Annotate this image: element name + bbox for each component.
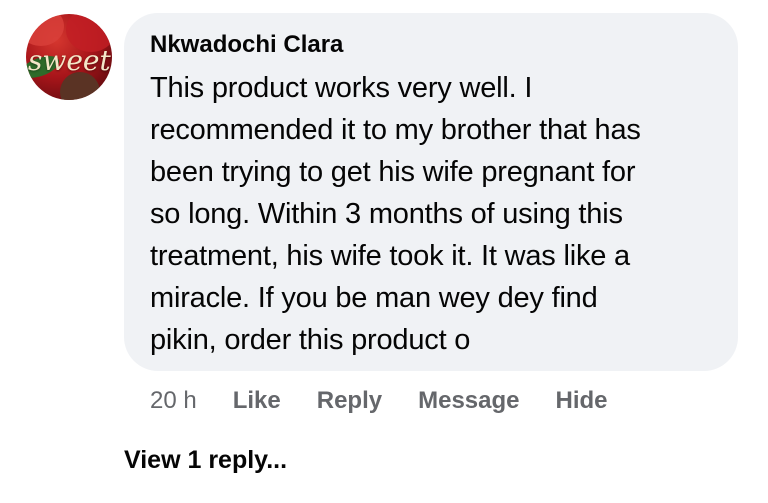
avatar-text: sweet [28,44,111,77]
comment: sweet Nkwadochi Clara This product works… [0,0,768,503]
comment-text-line: This product works very well. I [150,72,533,104]
comment-text-line: pikin, order this product o [150,324,471,356]
comment-timestamp[interactable]: 20 h [150,387,197,415]
avatar[interactable]: sweet [26,14,112,100]
comment-text-line: miracle. If you be man wey dey find [150,282,598,314]
comment-text-line: so long. Within 3 months of using this [150,198,623,230]
view-replies-link[interactable]: View 1 reply... [124,446,287,475]
comment-bubble: Nkwadochi Clara This product works very … [124,13,738,371]
comment-actions: 20 h Like Reply Message Hide [150,386,644,416]
hide-button[interactable]: Hide [556,387,608,415]
comment-text-line: been trying to get his wife pregnant for [150,156,636,188]
comment-text-line: treatment, his wife took it. It was like… [150,240,630,272]
comment-text: This product works very well. I recommen… [150,67,730,361]
like-button[interactable]: Like [233,387,281,415]
reply-button[interactable]: Reply [317,387,382,415]
comment-text-line: recommended it to my brother that has [150,114,641,146]
comment-author[interactable]: Nkwadochi Clara [150,31,712,59]
message-button[interactable]: Message [418,387,519,415]
avatar-rose-petal [26,14,64,46]
